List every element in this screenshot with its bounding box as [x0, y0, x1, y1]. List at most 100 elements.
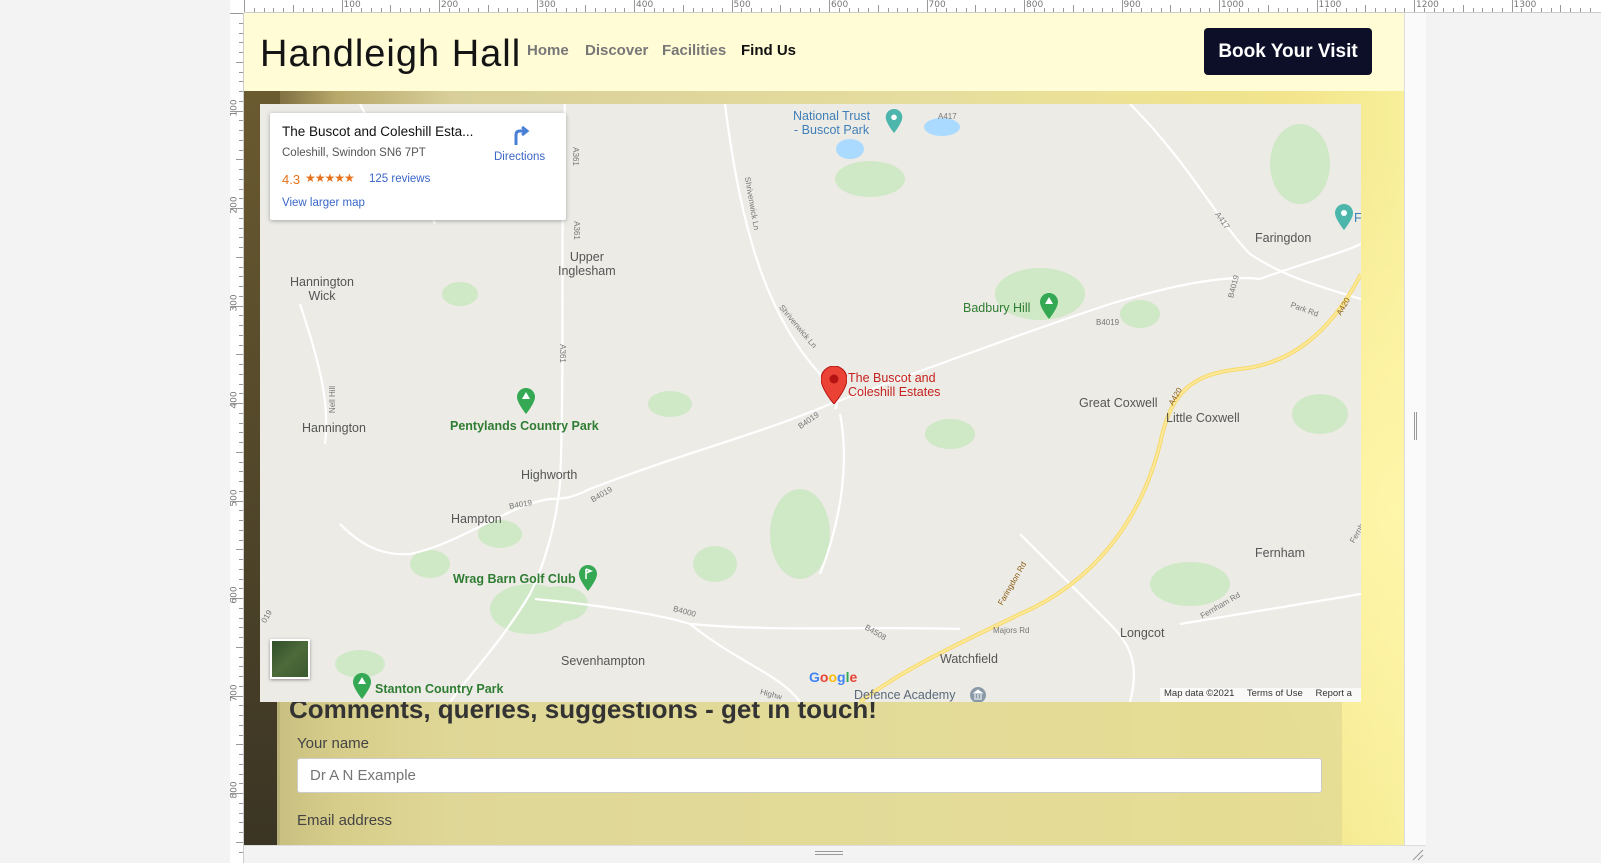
ruler-tick: [1267, 5, 1269, 12]
ruler-tick: [731, 0, 733, 12]
road-a361: A361: [570, 147, 580, 166]
place-fernham: Fernham: [1255, 546, 1306, 560]
ruler-tick: [1482, 8, 1484, 12]
resize-corner-icon[interactable]: [1410, 847, 1424, 861]
name-input[interactable]: [297, 758, 1322, 793]
rating-stars-icon: ★★★★★: [305, 171, 355, 185]
site-header: Handleigh Hall Home Discover Facilities …: [244, 13, 1404, 91]
ruler-tick: [653, 8, 655, 12]
reviews-link[interactable]: 125 reviews: [369, 173, 430, 185]
google-logo: Google: [809, 669, 858, 685]
ruler-tick: [322, 8, 323, 12]
road-majors-rd: Majors Rd: [993, 626, 1030, 635]
ruler-tick: [985, 8, 986, 12]
ruler-tick: [239, 773, 243, 775]
ruler-tick: [965, 8, 967, 12]
view-larger-map-link[interactable]: View larger map: [282, 197, 365, 209]
ruler-tick: [848, 8, 850, 12]
card-title: The Buscot and Coleshill Esta...: [282, 124, 474, 139]
park-wrag-barn[interactable]: Wrag Barn Golf Club: [453, 572, 576, 586]
ruler-tick: [946, 8, 947, 12]
ruler-tick: [239, 481, 243, 482]
ruler-tick: [239, 724, 243, 726]
golf-pin-icon[interactable]: [579, 565, 597, 591]
horizontal-ruler: 100 200 300 400 500 600 700 800 900 1000 1100 1200 1…: [244, 0, 1601, 13]
ruler-tick: [1443, 8, 1445, 12]
ruler-tick: [239, 169, 243, 170]
terms-link[interactable]: Terms of Use: [1247, 688, 1303, 699]
ruler-tick: [239, 432, 243, 434]
ruler-tick: [239, 783, 243, 785]
poi-defence-academy[interactable]: Defence Academy: [854, 688, 955, 702]
resize-handle-right-icon[interactable]: [1414, 412, 1417, 440]
ruler-tick: [239, 656, 243, 658]
park-stanton[interactable]: Stanton Country Park: [375, 682, 504, 696]
ruler-tick: [702, 8, 704, 12]
ruler-tick: [239, 42, 243, 44]
place-sevenhampton: Sevenhampton: [561, 654, 646, 668]
satellite-toggle-button[interactable]: [270, 639, 310, 679]
ruler-tick: [239, 81, 243, 83]
ruler-tick: [1579, 8, 1581, 12]
ruler-tick: [239, 52, 243, 53]
ruler-label: 900: [1123, 0, 1141, 10]
park-pin-icon[interactable]: [1040, 293, 1058, 319]
ruler-tick: [712, 8, 713, 12]
nav-home[interactable]: Home: [527, 42, 569, 59]
ruler-tick: [239, 685, 243, 687]
location-marker-icon[interactable]: [821, 366, 847, 404]
ruler-tick: [721, 8, 723, 12]
ruler-tick: [244, 0, 245, 12]
park-pin-icon[interactable]: [517, 388, 535, 414]
ruler-tick: [760, 8, 762, 12]
ruler-tick: [239, 91, 243, 92]
nav-discover[interactable]: Discover: [585, 42, 648, 59]
nav-facilities[interactable]: Facilities: [662, 42, 726, 59]
page-viewport: Handleigh Hall Home Discover Facilities …: [244, 13, 1404, 845]
nav-find-us[interactable]: Find Us: [741, 42, 796, 59]
camera-pin-icon[interactable]: [1335, 204, 1353, 230]
ruler-tick: [1258, 8, 1259, 12]
ruler-tick: [507, 8, 509, 12]
marker-label[interactable]: The Buscot and Coleshill Estates: [848, 371, 940, 399]
ruler-tick: [239, 637, 243, 638]
poi-national-trust[interactable]: National Trust - Buscot Park: [793, 109, 870, 137]
ruler-tick: [239, 607, 243, 609]
ruler-tick: [239, 22, 243, 24]
ruler-tick: [439, 0, 440, 12]
ruler-tick: [1111, 8, 1113, 12]
ruler-tick: [331, 8, 333, 12]
ruler-tick: [239, 705, 243, 707]
ruler-tick: [682, 5, 684, 12]
ruler-tick: [236, 159, 243, 161]
embedded-map[interactable]: Upper Inglesham Hannington Wick Hannington…: [260, 104, 1361, 702]
ruler-tick: [604, 8, 606, 12]
report-link[interactable]: Report a: [1315, 688, 1351, 699]
ruler-tick: [1297, 8, 1298, 12]
ruler-tick: [239, 32, 243, 34]
ruler-tick: [1550, 8, 1552, 12]
ruler-tick: [239, 754, 243, 755]
ruler-label: 600: [831, 0, 849, 10]
ruler-tick: [236, 744, 243, 746]
ruler-tick: [236, 841, 243, 843]
card-rating: 4.3: [282, 172, 301, 187]
ruler-tick: [239, 510, 243, 512]
ruler-tick: [239, 217, 243, 219]
camera-pin-icon[interactable]: [885, 109, 903, 133]
ruler-tick: [1004, 8, 1006, 12]
ruler-tick: [556, 8, 557, 12]
park-pentylands[interactable]: Pentylands Country Park: [450, 419, 599, 433]
ruler-tick: [1170, 5, 1172, 12]
site-title[interactable]: Handleigh Hall: [260, 33, 521, 76]
park-badbury-hill[interactable]: Badbury Hill: [963, 301, 1030, 315]
ruler-label: 200: [441, 0, 459, 10]
ruler-tick: [239, 227, 243, 229]
directions-icon[interactable]: [510, 125, 532, 147]
resize-handle-bottom-icon[interactable]: [815, 851, 843, 855]
directions-link[interactable]: Directions: [494, 151, 545, 163]
ruler-tick: [239, 100, 243, 102]
book-visit-button[interactable]: Book Your Visit: [1204, 28, 1372, 75]
park-pin-icon[interactable]: [353, 673, 371, 699]
ruler-tick: [239, 130, 243, 131]
